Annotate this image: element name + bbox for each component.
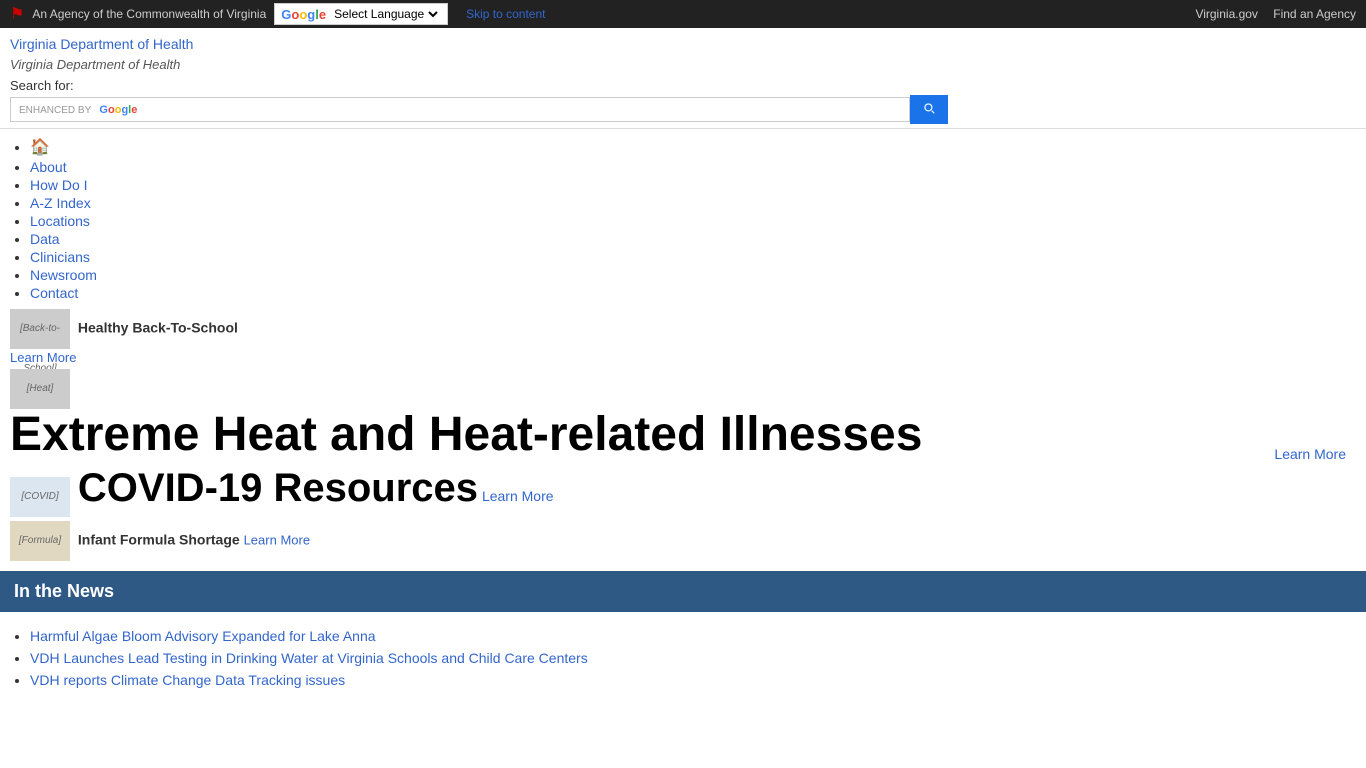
covid-banner: [COVID] COVID-19 Resources Learn More xyxy=(10,466,1356,517)
nav-about[interactable]: About xyxy=(30,159,67,175)
translate-widget[interactable]: Google Select Language English Spanish F… xyxy=(274,3,448,25)
news-list: Harmful Algae Bloom Advisory Expanded fo… xyxy=(0,612,1366,704)
featured-banners: [Back-to-School] Healthy Back-To-School … xyxy=(0,309,1366,561)
virginia-gov-link[interactable]: Virginia.gov xyxy=(1195,7,1257,21)
skip-to-content-link[interactable]: Skip to content xyxy=(466,7,545,21)
nav-newsroom[interactable]: Newsroom xyxy=(30,267,97,283)
nav-contact[interactable]: Contact xyxy=(30,285,78,301)
school-thumbnail: [Back-to-School] xyxy=(10,309,70,349)
agency-text: An Agency of the Commonwealth of Virgini… xyxy=(32,7,266,21)
formula-learn-more[interactable]: Learn More xyxy=(244,533,310,548)
top-bar-right: Virginia.gov Find an Agency xyxy=(1183,7,1356,21)
nav-locations[interactable]: Locations xyxy=(30,213,90,229)
search-button[interactable] xyxy=(910,95,948,124)
formula-thumbnail: [Formula] xyxy=(10,521,70,561)
nav-data[interactable]: Data xyxy=(30,231,60,247)
heat-banner: [Heat] Extreme Heat and Heat-related Ill… xyxy=(10,369,1356,462)
search-input-wrapper: ENHANCED BY Google xyxy=(10,97,910,122)
in-the-news-header: In the News xyxy=(0,571,1366,612)
google-logo-small: Google xyxy=(99,104,137,116)
nav: 🏠 About How Do I A-Z Index Locations Dat… xyxy=(0,129,1366,309)
covid-thumbnail: [COVID] xyxy=(10,477,70,517)
news-item-3[interactable]: VDH reports Climate Change Data Tracking… xyxy=(30,672,345,688)
nav-clinicians[interactable]: Clinicians xyxy=(30,249,90,265)
news-item-1[interactable]: Harmful Algae Bloom Advisory Expanded fo… xyxy=(30,628,376,644)
nav-home[interactable]: 🏠 xyxy=(30,139,50,155)
search-area: Search for: ENHANCED BY Google xyxy=(10,78,1356,124)
enhanced-by-text: ENHANCED BY Google xyxy=(19,104,141,116)
top-bar: ⚑ An Agency of the Commonwealth of Virgi… xyxy=(0,0,1366,28)
heat-learn-more[interactable]: Learn More xyxy=(1274,446,1346,462)
header: Virginia Department of Health Virginia D… xyxy=(0,28,1366,129)
heat-title: Extreme Heat and Heat-related Illnesses xyxy=(10,409,1356,462)
covid-learn-more[interactable]: Learn More xyxy=(482,488,554,504)
in-the-news-title: In the News xyxy=(14,581,114,601)
logo-area: Virginia Department of Health xyxy=(10,56,1356,72)
site-title: Virginia Department of Health xyxy=(10,36,1356,52)
search-label: Search for: xyxy=(10,78,1356,93)
search-row: ENHANCED BY Google xyxy=(10,95,1356,124)
covid-title: COVID-19 Resources xyxy=(78,466,478,510)
heat-thumbnail: [Heat] xyxy=(10,369,70,409)
vdh-logo-placeholder: Virginia Department of Health xyxy=(10,57,180,72)
school-learn-more[interactable]: Learn More xyxy=(10,350,76,365)
nav-az-index[interactable]: A-Z Index xyxy=(30,195,91,211)
home-icon: 🏠 xyxy=(30,139,50,156)
va-flag-icon: ⚑ xyxy=(10,4,24,24)
top-bar-left: ⚑ An Agency of the Commonwealth of Virgi… xyxy=(10,3,546,25)
nav-how-do-i[interactable]: How Do I xyxy=(30,177,88,193)
news-item-2[interactable]: VDH Launches Lead Testing in Drinking Wa… xyxy=(30,650,588,666)
school-banner: [Back-to-School] Healthy Back-To-School … xyxy=(10,309,1356,365)
formula-title: Infant Formula Shortage xyxy=(78,532,240,548)
formula-banner: [Formula] Infant Formula Shortage Learn … xyxy=(10,521,1356,561)
site-title-link[interactable]: Virginia Department of Health xyxy=(10,36,193,52)
school-title: Healthy Back-To-School xyxy=(78,320,238,336)
language-select[interactable]: Select Language English Spanish French xyxy=(330,6,441,22)
search-input[interactable] xyxy=(147,102,901,117)
google-logo: Google xyxy=(281,7,326,22)
find-agency-link[interactable]: Find an Agency xyxy=(1273,7,1356,21)
